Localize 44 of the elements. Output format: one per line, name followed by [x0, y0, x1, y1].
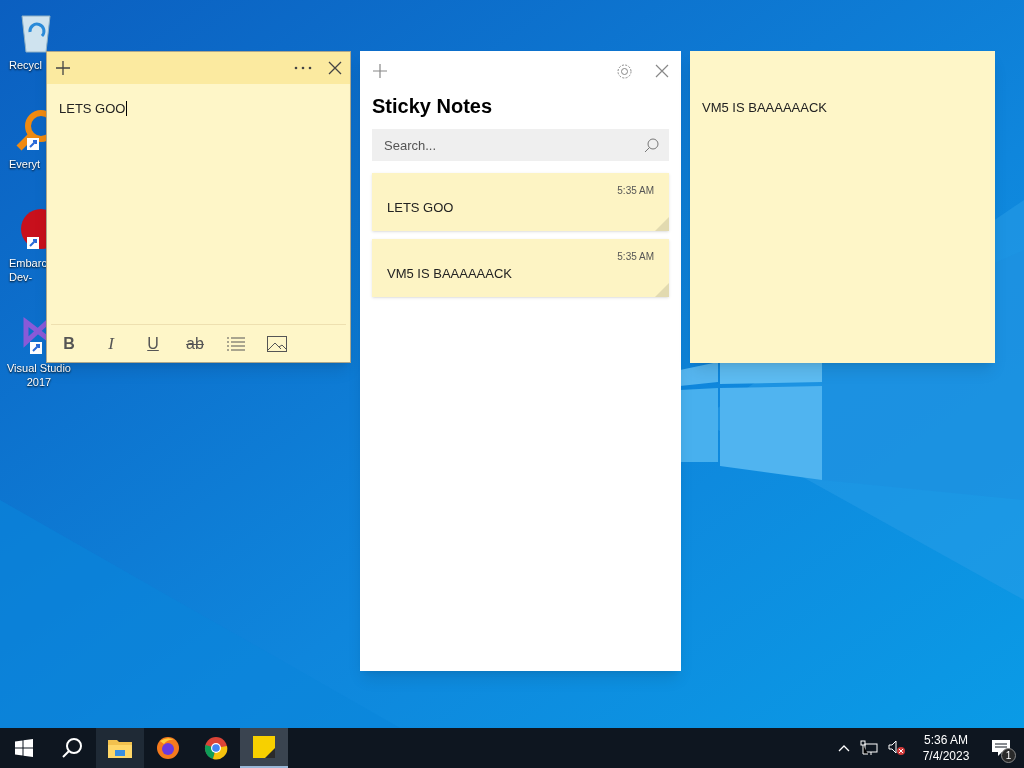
taskbar-button[interactable]	[96, 728, 144, 768]
app-title: Sticky Notes	[371, 94, 494, 119]
icon-label: Embarc	[9, 256, 47, 270]
add-icon[interactable]	[55, 60, 71, 76]
note-time: 5:35 AM	[617, 250, 654, 264]
notifications-button[interactable]: 1	[978, 728, 1024, 768]
search-icon	[61, 737, 83, 759]
windows-logo-icon	[15, 739, 33, 757]
chevron-up-icon[interactable]	[838, 744, 850, 752]
icon-label: 2017	[26, 375, 52, 389]
search-field[interactable]: Search...	[372, 129, 669, 161]
search-icon[interactable]	[644, 138, 659, 153]
note-time: 5:35 AM	[617, 184, 654, 198]
notification-badge: 1	[1001, 748, 1016, 763]
close-icon[interactable]	[655, 64, 669, 78]
image-icon[interactable]	[267, 335, 287, 352]
firefox-icon	[156, 736, 180, 760]
bold-button[interactable]: B	[59, 331, 79, 356]
chrome-icon	[204, 736, 228, 760]
network-icon[interactable]	[860, 740, 878, 756]
note-preview: VM5 IS BAAAAAACK	[387, 265, 512, 283]
note-text[interactable]: LETS GOO	[59, 101, 128, 116]
clock-time: 5:36 AM	[924, 732, 968, 748]
sticky-note-icon	[253, 736, 275, 758]
underline-button[interactable]: U	[143, 331, 163, 356]
icon-label: Everyt	[9, 157, 41, 171]
icon-label: Visual Studio	[7, 361, 71, 375]
note-card[interactable]: 5:35 AM LETS GOO	[372, 173, 669, 231]
italic-button[interactable]: I	[101, 330, 121, 357]
strike-button[interactable]: ab	[185, 331, 205, 356]
icon-label: Dev-	[9, 270, 33, 284]
clock-date: 7/4/2023	[922, 748, 970, 764]
icon-label: Recycl	[9, 58, 42, 72]
close-icon[interactable]	[328, 61, 342, 75]
folded-corner-icon	[655, 283, 669, 297]
more-icon[interactable]	[294, 66, 312, 70]
clock[interactable]: 5:36 AM 7/4/2023	[914, 732, 978, 764]
folded-corner-icon	[655, 217, 669, 231]
note-text[interactable]: VM5 IS BAAAAAACK	[702, 100, 827, 115]
muted-speaker-icon[interactable]	[888, 740, 906, 756]
note-card[interactable]: 5:35 AM VM5 IS BAAAAAACK	[372, 239, 669, 297]
note-preview: LETS GOO	[387, 199, 454, 217]
taskbar-button[interactable]	[240, 728, 288, 768]
folder-icon	[108, 738, 132, 758]
